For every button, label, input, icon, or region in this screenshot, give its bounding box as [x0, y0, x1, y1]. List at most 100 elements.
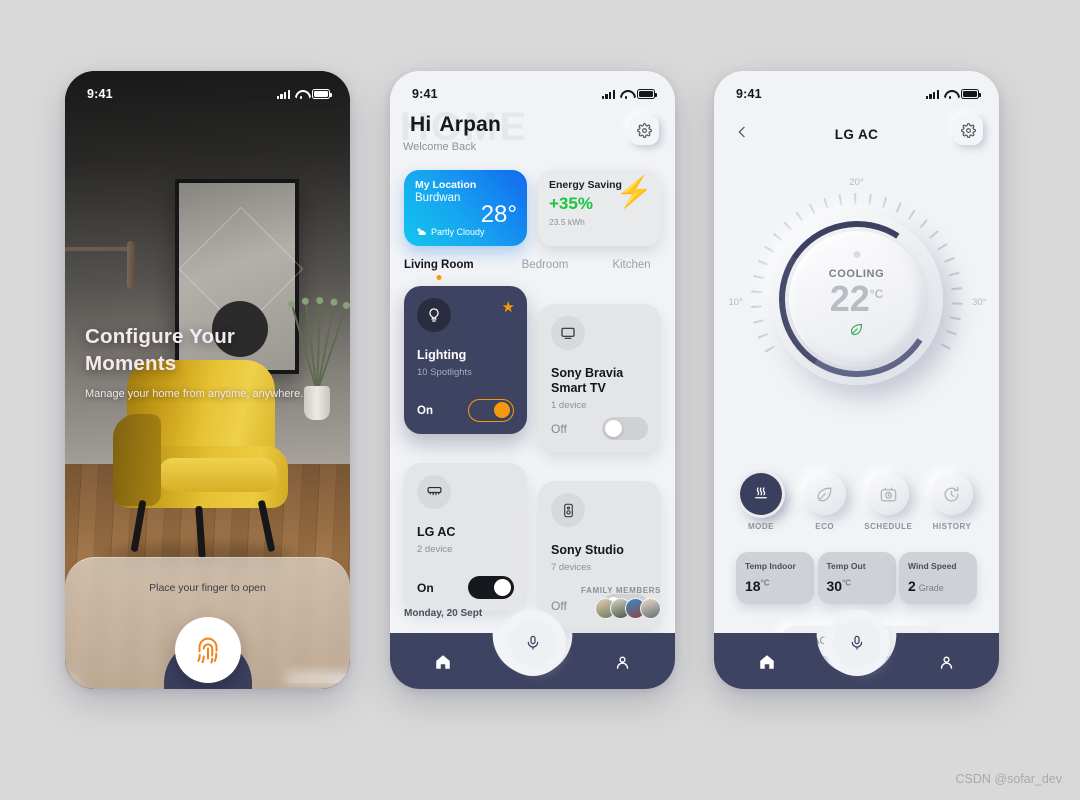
dial-tick — [750, 290, 762, 294]
weather-temperature: 28° — [480, 201, 517, 228]
dial-inner-face[interactable]: COOLING 22°C — [788, 231, 925, 367]
battery-icon — [961, 89, 981, 99]
dial-tick — [763, 246, 775, 253]
status-time: 9:41 — [736, 87, 762, 101]
temperature-dial[interactable]: COOLING 22°C 20° 10° 30° — [729, 177, 987, 405]
info-card-wind-speed: Wind Speed 2 Grade — [899, 552, 977, 604]
greeting-name: Arpan — [439, 113, 502, 136]
person-icon — [940, 656, 953, 669]
mode-button-history[interactable]: HISTORY — [927, 473, 977, 531]
battery-icon — [312, 89, 332, 99]
device-name: Lighting — [417, 348, 467, 362]
dial-tick — [795, 211, 803, 222]
device-state: On — [417, 404, 433, 417]
gear-icon — [960, 122, 976, 138]
device-sub: 7 devices — [551, 562, 592, 573]
nav-home-button[interactable] — [434, 653, 452, 671]
home-footer: Monday, 20 Sept FAMILY MEMBERS — [404, 586, 661, 619]
dial-tick — [948, 271, 960, 276]
mockup-canvas: 9:41 Configure Your Moments Manage your … — [0, 0, 1080, 800]
voice-assistant-button[interactable] — [508, 619, 557, 667]
dial-tick — [907, 209, 915, 220]
dial-temperature: 22°C — [829, 277, 884, 319]
status-bar: 9:41 — [390, 71, 675, 107]
voice-assistant-button[interactable] — [832, 619, 881, 667]
unlock-sheet: Place your finger to open — [65, 557, 350, 689]
unlock-hint: Place your finger to open — [149, 582, 266, 594]
device-name: LG AC — [417, 525, 456, 539]
tv-icon — [551, 316, 585, 350]
dial-tick — [772, 233, 783, 242]
dial-tick — [928, 230, 939, 239]
device-toggle[interactable] — [468, 399, 514, 422]
dial-label-min: 10° — [728, 297, 743, 308]
dial-tick — [782, 221, 792, 231]
avatar[interactable] — [640, 598, 661, 619]
partly-cloudy-icon — [417, 228, 426, 236]
device-sub: 10 Spotlights — [417, 367, 472, 378]
dial-tick — [757, 260, 769, 266]
source-watermark: CSDN @sofar_dev — [955, 772, 1062, 786]
person-icon — [616, 656, 629, 669]
mode-button-mode[interactable]: MODE — [736, 473, 786, 531]
current-date: Monday, 20 Sept — [404, 608, 483, 619]
dial-tick — [753, 319, 765, 324]
summary-cards: My Location Burdwan 28° Partly Cloudy En… — [404, 170, 661, 246]
energy-card[interactable]: Energy Saving +35% 23.5 kWh ⚡ — [538, 170, 661, 246]
mode-button-eco[interactable]: ECO — [800, 473, 850, 531]
nav-home-button[interactable] — [758, 653, 776, 671]
dial-tick — [918, 219, 928, 229]
nav-profile-button[interactable] — [614, 654, 631, 671]
mode-label: HISTORY — [932, 522, 972, 531]
family-members[interactable]: FAMILY MEMBERS — [581, 586, 661, 619]
status-time: 9:41 — [412, 87, 438, 101]
history-clock-icon — [930, 473, 973, 515]
dial-tick — [950, 287, 963, 290]
signal-icon — [925, 89, 939, 99]
leaf-icon — [849, 322, 864, 337]
lightning-bolt-icon: ⚡ — [615, 176, 653, 209]
family-members-label: FAMILY MEMBERS — [581, 586, 661, 595]
weather-condition: Partly Cloudy — [431, 227, 485, 237]
weather-card[interactable]: My Location Burdwan 28° Partly Cloudy — [404, 170, 527, 246]
status-bar: 9:41 — [714, 71, 999, 107]
status-bar: 9:41 — [65, 71, 350, 107]
dial-tick — [943, 256, 955, 263]
leaf-icon — [803, 473, 846, 515]
greeting: Hi Arpan — [402, 113, 501, 137]
device-sub: 1 device — [551, 400, 587, 411]
dial-tick — [951, 302, 963, 305]
device-card-sony-bravia[interactable]: Sony Bravia Smart TV 1 device Off — [538, 304, 661, 452]
fingerprint-area[interactable] — [162, 617, 254, 689]
status-time: 9:41 — [87, 87, 113, 101]
welcome-text: Welcome Back — [403, 141, 477, 153]
room-tab-kitchen[interactable]: Kitchen — [612, 259, 650, 271]
phone-device-detail: 9:41 LG AC COOLING 22°C 20° 10° 30° MODE… — [714, 71, 999, 689]
device-card-lighting[interactable]: ★ Lighting 10 Spotlights On — [404, 286, 527, 434]
signal-icon — [601, 89, 615, 99]
mode-button-schedule[interactable]: SCHEDULE — [863, 473, 913, 531]
fingerprint-icon[interactable] — [174, 617, 241, 683]
dial-tick — [750, 305, 762, 309]
favorite-star-icon[interactable]: ★ — [502, 298, 515, 316]
info-value: 18°C — [745, 578, 770, 594]
info-value: 2 Grade — [908, 578, 944, 594]
dial-tick — [808, 203, 815, 215]
settings-button[interactable] — [953, 115, 983, 145]
phone-onboarding: 9:41 Configure Your Moments Manage your … — [65, 71, 350, 689]
device-toggle[interactable] — [602, 417, 648, 440]
gear-icon — [636, 122, 652, 138]
device-name: Sony Studio — [551, 543, 624, 557]
room-tab-bedroom[interactable]: Bedroom — [522, 259, 569, 271]
bottom-nav — [390, 619, 675, 689]
onboarding-subtitle: Manage your home from anytime, anywhere. — [85, 388, 304, 401]
nav-profile-button[interactable] — [938, 654, 955, 671]
dial-label-mid: 20° — [849, 177, 864, 188]
wifi-icon — [944, 90, 956, 99]
dial-tick — [868, 193, 872, 205]
room-tab-living-room[interactable]: Living Room — [404, 259, 474, 271]
mode-label: SCHEDULE — [864, 522, 913, 531]
settings-button[interactable] — [629, 115, 659, 145]
info-title: Temp Out — [826, 561, 866, 571]
home-header: HOME Hi Arpan Welcome Back — [390, 105, 675, 169]
